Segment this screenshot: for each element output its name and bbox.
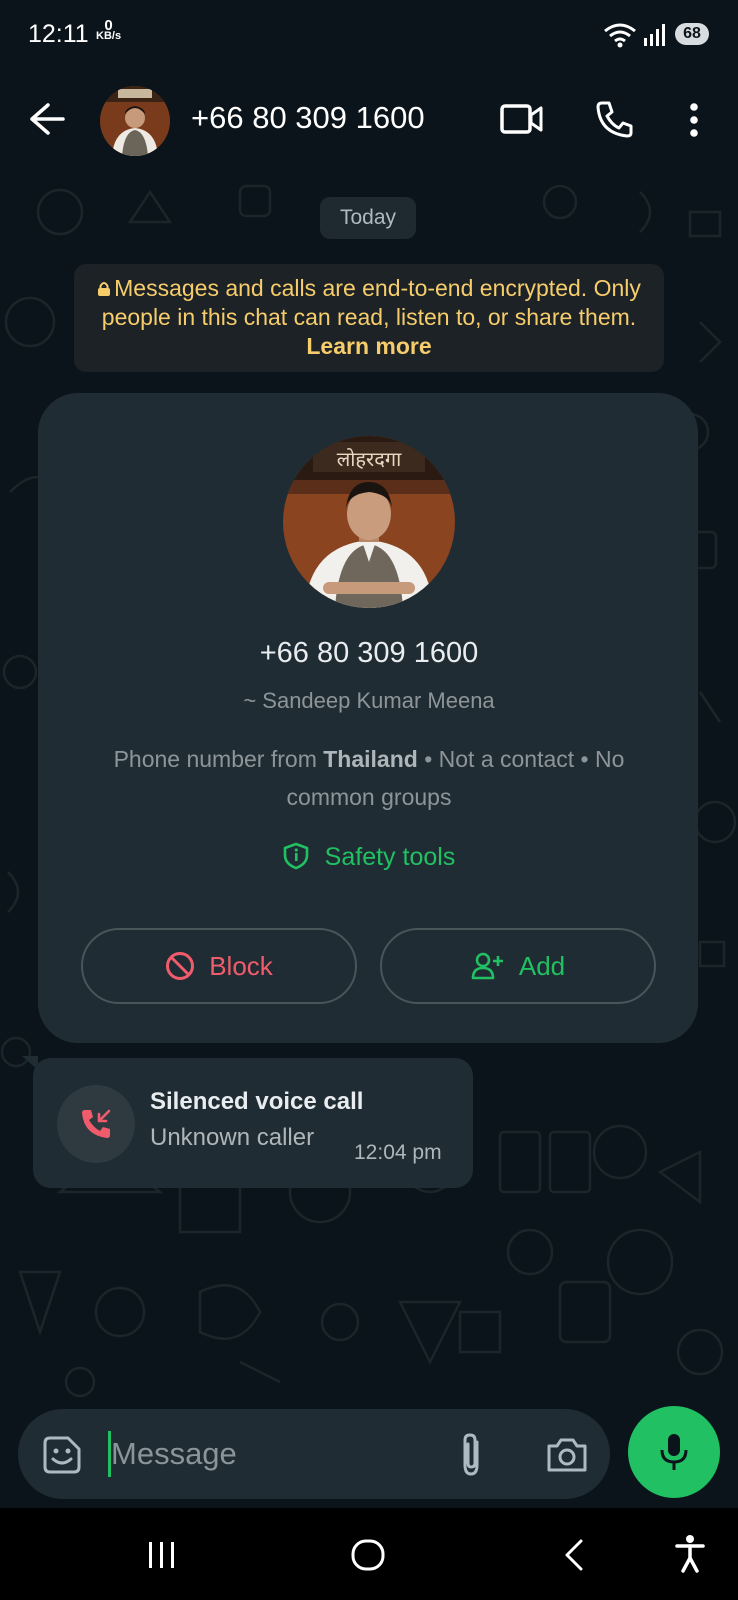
call-icon-circle [57,1085,135,1163]
mic-icon [660,1434,688,1470]
paperclip-icon[interactable] [457,1432,487,1478]
info-prefix: Phone number from [113,746,317,772]
contact-avatar[interactable] [100,86,170,156]
sticker-icon[interactable] [42,1435,82,1475]
contact-context-info: Phone number from Thailand • Not a conta… [70,740,668,816]
bubble-tail [22,1056,38,1070]
recent-apps-icon[interactable] [147,1540,177,1570]
missed-call-icon [82,1109,111,1138]
home-icon[interactable] [350,1538,386,1572]
voice-call-icon[interactable] [594,100,634,138]
wifi-icon [604,23,636,48]
back-nav-icon[interactable] [562,1538,586,1572]
safety-tools-link[interactable]: Safety tools [0,842,738,872]
svg-text:लोहरदगा: लोहरदगा [337,447,402,471]
network-speed: 0 KB/s [96,18,122,42]
info-country: Thailand [323,746,418,772]
signal-icon [644,24,665,46]
add-label: Add [518,950,566,981]
voice-message-button[interactable] [628,1406,720,1498]
encryption-text: Messages and calls are end-to-end encryp… [101,275,641,330]
shield-icon [283,842,308,870]
camera-icon[interactable] [545,1436,589,1474]
date-chip: Today [320,197,416,239]
contact-push-name: ~ Sandeep Kumar Meena [243,688,495,713]
block-label: Block [209,950,273,981]
more-options-icon[interactable] [688,102,700,138]
add-contact-button[interactable]: Add [380,928,656,1004]
chat-title[interactable]: +66 80 309 1600 [191,100,425,136]
network-speed-unit: KB/s [96,30,122,42]
video-call-icon[interactable] [500,102,544,136]
encryption-notice[interactable]: Messages and calls are end-to-end encryp… [74,264,664,372]
safety-tools-label: Safety tools [324,843,456,871]
learn-more-link[interactable]: Learn more [306,333,431,359]
lock-icon [98,282,111,296]
back-arrow-icon[interactable] [28,102,66,136]
person-add-icon [471,952,503,980]
block-button[interactable]: Block [81,928,357,1004]
accessibility-icon[interactable] [674,1534,706,1574]
contact-profile-photo[interactable]: लोहरदगा [283,436,455,608]
battery-indicator: 68 [675,23,709,45]
block-icon [166,952,195,980]
status-time: 12:11 [28,20,89,48]
message-input[interactable] [111,1430,441,1478]
contact-phone-number: +66 80 309 1600 [259,637,479,669]
call-message-title: Silenced voice call [150,1088,364,1115]
call-message-time: 12:04 pm [354,1141,442,1164]
call-message-subtitle: Unknown caller [150,1124,315,1151]
